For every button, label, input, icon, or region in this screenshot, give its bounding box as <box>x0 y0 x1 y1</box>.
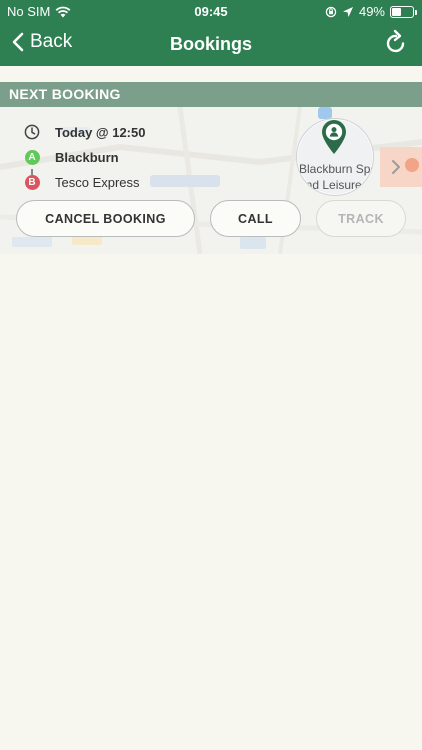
refresh-icon <box>386 29 405 53</box>
page-title: Bookings <box>169 34 252 54</box>
chevron-right-icon[interactable] <box>391 159 401 175</box>
booking-time-row: Today @ 12:50 <box>24 124 145 140</box>
battery-icon <box>390 5 417 18</box>
status-right: 49% <box>325 4 417 19</box>
pickup-row: A Blackburn <box>24 149 119 165</box>
cancel-booking-button[interactable]: CANCEL BOOKING <box>16 200 195 237</box>
dropoff-row: B Tesco Express <box>24 174 140 190</box>
clock-icon <box>24 124 40 140</box>
refresh-button[interactable] <box>384 29 408 60</box>
dropoff-location: Tesco Express <box>55 174 140 190</box>
pickup-location: Blackburn <box>55 149 119 165</box>
next-booking-header: NEXT BOOKING <box>0 82 422 107</box>
track-button[interactable]: TRACK <box>316 200 406 237</box>
map-place-label: Blackburn Sports and Leisure <box>299 162 373 192</box>
pickup-marker-icon: A <box>24 149 40 165</box>
booking-time: Today @ 12:50 <box>55 124 146 140</box>
map-pin-icon <box>322 120 346 154</box>
orientation-lock-icon <box>325 6 337 17</box>
next-booking-card[interactable]: Today @ 12:50 A Blackburn B Tesco Expres… <box>0 107 422 254</box>
map-thumbnail[interactable]: Blackburn Sports and Leisure <box>296 118 374 196</box>
location-arrow-icon <box>342 6 353 17</box>
battery-percent: 49% <box>358 4 385 19</box>
app-header: No SIM 09:45 49% Back Bookings <box>0 0 422 66</box>
call-button[interactable]: CALL <box>210 200 301 237</box>
dropoff-marker-icon: B <box>24 174 40 190</box>
status-bar: No SIM 09:45 49% <box>0 0 422 22</box>
nav-bar: Back Bookings <box>0 22 422 66</box>
